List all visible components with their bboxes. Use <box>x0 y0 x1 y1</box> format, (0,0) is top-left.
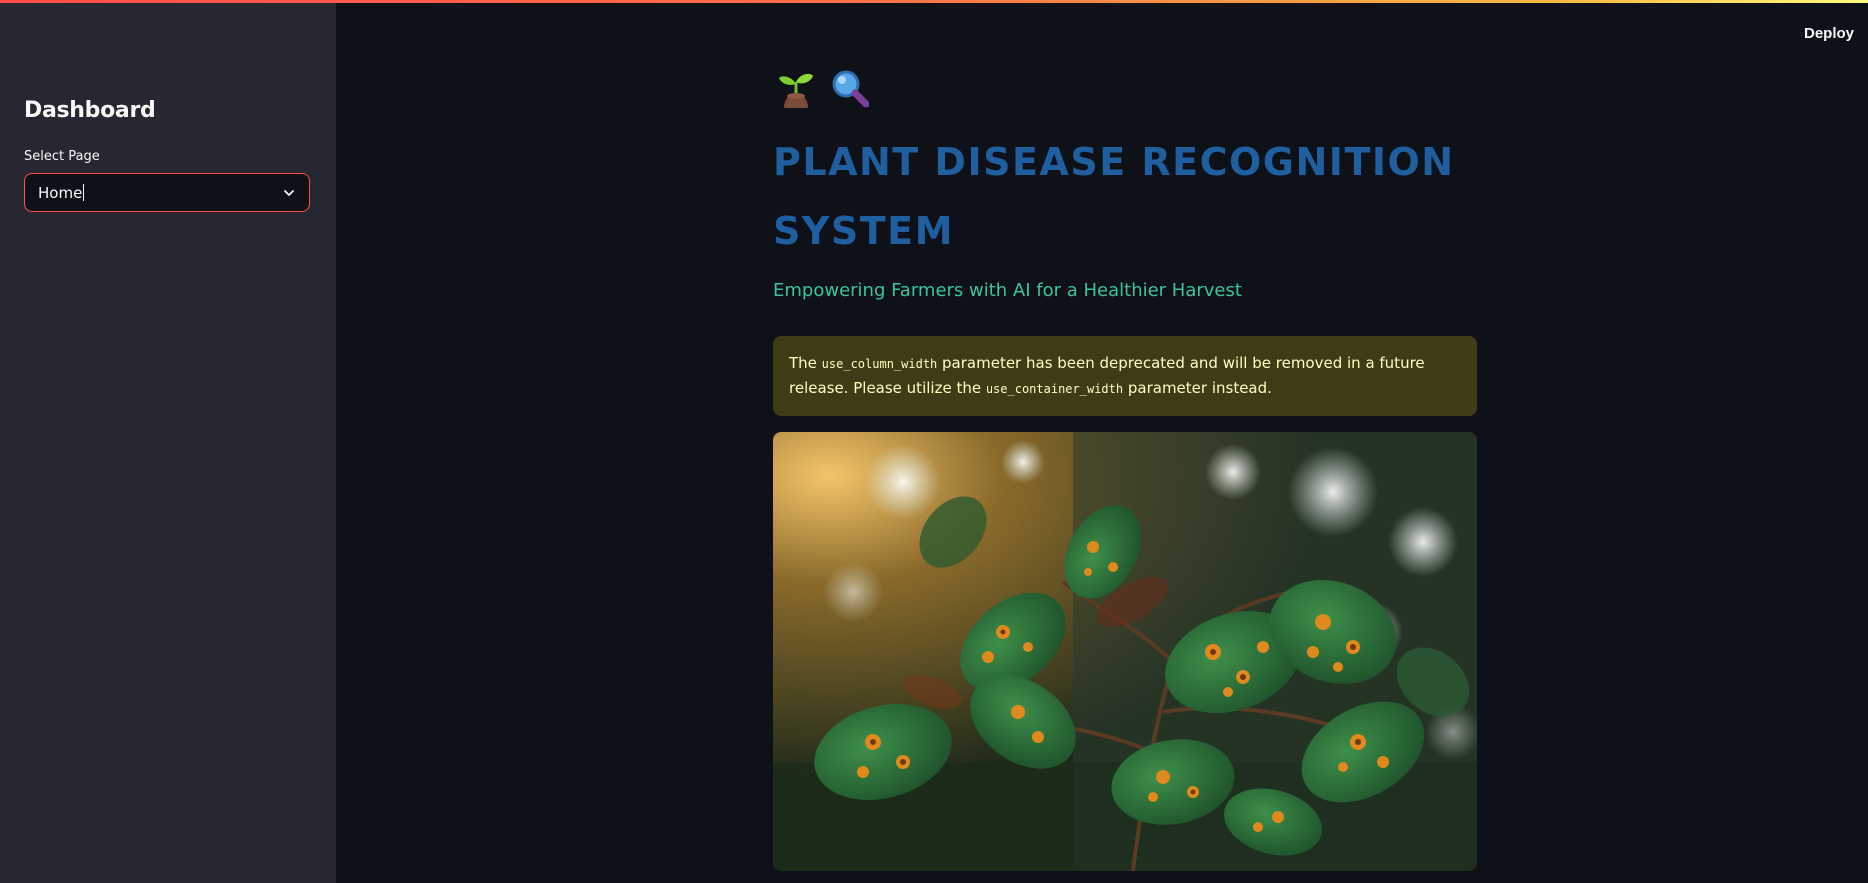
page-subtitle: Empowering Farmers with AI for a Healthi… <box>773 280 1242 301</box>
deploy-button[interactable]: Deploy <box>1804 25 1854 42</box>
select-page-label: Select Page <box>24 149 100 164</box>
top-decoration-bar <box>0 0 1868 3</box>
deprecation-warning: The use_column_width parameter has been … <box>773 336 1477 416</box>
select-page-value: Home <box>38 184 85 202</box>
magnifying-glass-icon <box>832 70 870 108</box>
emoji-row <box>776 68 877 112</box>
select-page-dropdown[interactable]: Home <box>24 173 310 212</box>
text-cursor <box>83 184 85 201</box>
warning-text-prefix: The <box>789 354 822 372</box>
warning-code-use-container-width: use_container_width <box>985 382 1124 396</box>
warning-code-use-column-width: use_column_width <box>821 357 938 371</box>
sidebar-title: Dashboard <box>24 98 156 123</box>
seedling-icon <box>779 73 813 108</box>
page-title: PLANT DISEASE RECOGNITION SYSTEM <box>773 140 1455 253</box>
chevron-down-icon <box>284 190 294 196</box>
plant-disease-image <box>773 432 1477 871</box>
warning-text-suffix: parameter instead. <box>1123 379 1272 397</box>
sidebar: Dashboard Select Page Home <box>0 0 336 883</box>
